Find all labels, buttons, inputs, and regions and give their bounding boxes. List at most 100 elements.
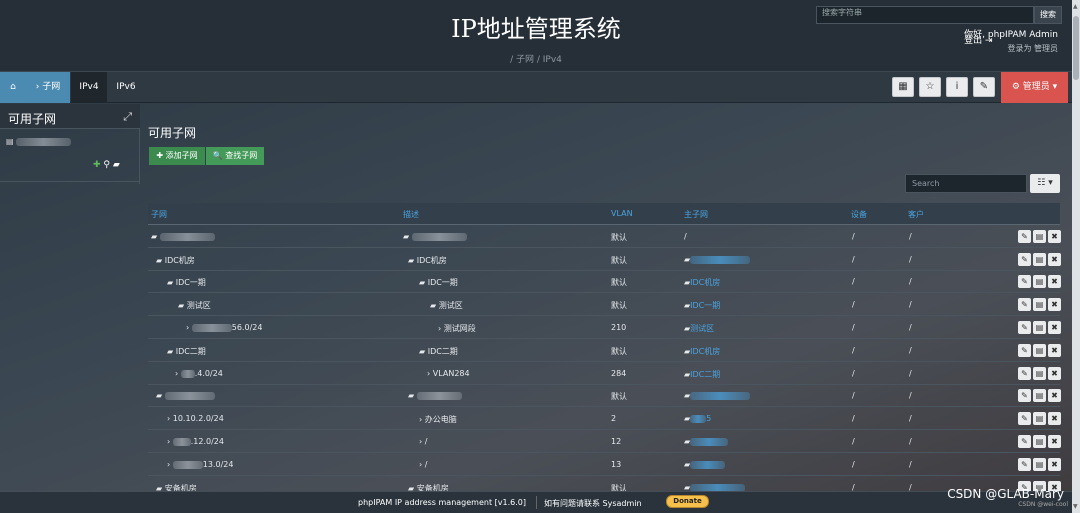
list-icon[interactable]: ▤: [1033, 344, 1046, 357]
scrollbar-thumb[interactable]: [1073, 16, 1079, 80]
edit-icon[interactable]: ✎: [1018, 458, 1031, 471]
home-icon[interactable]: ⌂: [0, 72, 26, 103]
tab-ipv6[interactable]: IPv6: [108, 72, 144, 103]
delete-icon[interactable]: ✖: [1048, 412, 1061, 425]
col-device[interactable]: 设备: [851, 209, 867, 220]
list-icon[interactable]: ▤: [1033, 389, 1046, 402]
cell-customer: /: [909, 323, 912, 332]
col-vlan[interactable]: VLAN: [611, 209, 633, 218]
cell-customer: /: [909, 255, 912, 264]
cell-master-text: 测试区: [690, 324, 715, 333]
plus-icon[interactable]: ✚: [93, 160, 101, 170]
wrench-icon[interactable]: ✎: [973, 77, 995, 97]
search-icon[interactable]: ⚲: [103, 160, 110, 170]
cell-customer-text: /: [909, 323, 912, 332]
edit-icon[interactable]: ✎: [1018, 412, 1031, 425]
list-icon[interactable]: ▤: [1033, 321, 1046, 334]
col-master[interactable]: 主子网: [684, 209, 708, 220]
list-icon[interactable]: ▤: [1033, 298, 1046, 311]
cell-master: ▰测试区: [684, 323, 714, 334]
edit-icon[interactable]: ✎: [1018, 253, 1031, 266]
global-search-input[interactable]: 搜索字符串: [816, 6, 1034, 24]
delete-icon[interactable]: ✖: [1048, 275, 1061, 288]
tab-ipv4[interactable]: IPv4: [71, 72, 107, 103]
cell-device: /: [852, 232, 855, 241]
cell-subnet: › 13.0/24: [167, 460, 233, 469]
list-icon[interactable]: ▤: [1033, 367, 1046, 380]
folder-icon: ▰: [151, 232, 160, 241]
folder-icon[interactable]: ▰: [113, 160, 120, 170]
delete-icon[interactable]: ✖: [1048, 298, 1061, 311]
table-row[interactable]: ▰ IDC机房 ▰ IDC机房 默认 ▰ / / ✎ ▤ ✖: [148, 249, 1061, 271]
sidebar-item[interactable]: ▤: [6, 137, 74, 146]
list-icon[interactable]: ▤: [1033, 458, 1046, 471]
delete-icon[interactable]: ✖: [1048, 367, 1061, 380]
list-icon[interactable]: ▤: [1033, 412, 1046, 425]
cell-subnet-text: 测试区: [186, 301, 211, 310]
col-subnet[interactable]: 子网: [151, 209, 167, 220]
cell-device: /: [852, 391, 855, 400]
edit-icon[interactable]: ✎: [1018, 367, 1031, 380]
cell-desc: ▰ IDC二期: [419, 346, 458, 357]
edit-icon[interactable]: ✎: [1018, 435, 1031, 448]
delete-icon[interactable]: ✖: [1048, 253, 1061, 266]
table-row[interactable]: › 10.10.2.0/24 › 办公电脑 2 ▰ 5 / / ✎ ▤ ✖: [148, 408, 1061, 430]
redacted-text: [690, 437, 729, 446]
donate-button[interactable]: Donate: [666, 495, 709, 508]
delete-icon[interactable]: ✖: [1048, 344, 1061, 357]
cell-master: ▰IDC机房: [684, 277, 720, 288]
cell-device-text: /: [852, 232, 855, 241]
table-row[interactable]: › 56.0/24 › 测试网段 210 ▰测试区 / / ✎ ▤ ✖: [148, 317, 1061, 339]
table-search-input[interactable]: Search: [905, 174, 1027, 193]
admin-menu-button[interactable]: ⚙ 管理员 ▾: [1001, 72, 1068, 103]
cell-customer: /: [909, 414, 912, 423]
find-subnet-button[interactable]: 🔍 查找子网: [206, 147, 264, 165]
cell-vlan-text: 284: [611, 369, 627, 378]
col-customer[interactable]: 客户: [908, 209, 924, 220]
edit-icon[interactable]: ✎: [1018, 389, 1031, 402]
table-row[interactable]: › 13.0/24 › /13 ▰ / / ✎ ▤ ✖: [148, 454, 1061, 476]
footer: phpIPAM IP address management [v1.6.0] 如…: [0, 491, 1072, 513]
edit-icon[interactable]: ✎: [1018, 275, 1031, 288]
footer-contact[interactable]: 如有问题请联系 Sysadmin: [544, 498, 642, 509]
logout-link[interactable]: 登出 ⇥: [964, 35, 992, 48]
grid-icon[interactable]: ▦: [892, 77, 914, 97]
cell-customer-text: /: [909, 300, 912, 309]
delete-icon[interactable]: ✖: [1048, 389, 1061, 402]
info-icon[interactable]: i: [946, 77, 968, 97]
scroll-up-icon[interactable]: ▲: [1073, 3, 1078, 10]
cell-device-text: /: [852, 414, 855, 423]
table-row[interactable]: ▰ IDC一期 ▰ IDC一期 默认 ▰IDC机房 / / ✎ ▤ ✖: [148, 271, 1061, 293]
folder-icon: ▰: [408, 256, 417, 265]
col-desc[interactable]: 描述: [403, 209, 419, 220]
cell-master: /: [684, 232, 687, 241]
delete-icon[interactable]: ✖: [1048, 435, 1061, 448]
delete-icon[interactable]: ✖: [1048, 458, 1061, 471]
list-icon[interactable]: ▤: [1033, 435, 1046, 448]
table-row[interactable]: ▰ IDC二期 ▰ IDC二期 默认 ▰IDC机房 / / ✎ ▤ ✖: [148, 340, 1061, 362]
list-icon[interactable]: ▤: [1033, 253, 1046, 266]
delete-icon[interactable]: ✖: [1048, 321, 1061, 334]
table-row[interactable]: ▰ ▰ 默认 ▰ / / ✎ ▤ ✖: [148, 385, 1061, 407]
list-icon[interactable]: ▤: [1033, 230, 1046, 243]
cell-desc: ▰ IDC一期: [419, 277, 458, 288]
list-icon[interactable]: ▤: [1033, 275, 1046, 288]
scroll-down-icon[interactable]: ▼: [1073, 503, 1078, 510]
cell-master-text: IDC机房: [690, 347, 721, 356]
table-row[interactable]: › .4.0/24 › VLAN284 284 ▰IDC二期 / / ✎ ▤ ✖: [148, 363, 1061, 385]
table-row[interactable]: ▰ ▰ 默认 / / / ✎ ▤ ✖: [148, 226, 1061, 248]
chevron-right-icon: ›: [167, 460, 173, 469]
edit-icon[interactable]: ✎: [1018, 230, 1031, 243]
table-row[interactable]: ▰ 测试区 ▰ 测试区 默认 ▰IDC一期 / / ✎ ▤ ✖: [148, 294, 1061, 316]
edit-icon[interactable]: ✎: [1018, 298, 1031, 311]
star-icon[interactable]: ☆: [919, 77, 941, 97]
edit-icon[interactable]: ✎: [1018, 321, 1031, 334]
edit-icon[interactable]: ✎: [1018, 344, 1031, 357]
search-button[interactable]: 搜索: [1034, 6, 1062, 24]
expand-icon[interactable]: ⤢: [123, 110, 132, 124]
table-row[interactable]: › .12.0/24 › /12 ▰ / / ✎ ▤ ✖: [148, 431, 1061, 453]
delete-icon[interactable]: ✖: [1048, 230, 1061, 243]
column-select-button[interactable]: ☷ ▾: [1030, 174, 1060, 193]
nav-crumb-subnets[interactable]: › 子网: [26, 72, 70, 103]
add-subnet-button[interactable]: ✚ 添加子网: [149, 147, 205, 165]
